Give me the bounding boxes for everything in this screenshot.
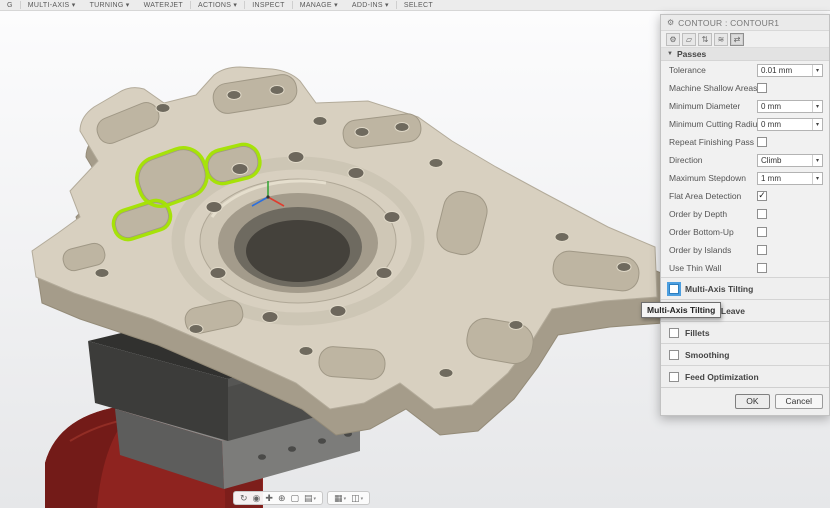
field-label: Order Bottom-Up bbox=[669, 227, 734, 237]
tab-tool[interactable]: ⚙ bbox=[666, 33, 680, 46]
pan-icon[interactable]: ✚ bbox=[265, 494, 273, 503]
collapse-caret-icon: ▼ bbox=[667, 51, 673, 57]
row-direction: Direction Climb bbox=[661, 151, 829, 169]
menu-turning[interactable]: TURNING ▾ bbox=[83, 1, 137, 9]
dialog-buttons: OK Cancel bbox=[661, 387, 829, 415]
menu-manage[interactable]: MANAGE ▾ bbox=[293, 1, 345, 9]
row-maximum-stepdown: Maximum Stepdown 1 mm bbox=[661, 169, 829, 187]
field-label: Order by Depth bbox=[669, 209, 727, 219]
field-label: Flat Area Detection bbox=[669, 191, 741, 201]
row-use-thin-wall: Use Thin Wall bbox=[661, 259, 829, 277]
passes-section-header[interactable]: ▼ Passes bbox=[661, 48, 829, 61]
group-smoothing[interactable]: Smoothing bbox=[661, 343, 829, 365]
smoothing-checkbox[interactable] bbox=[669, 350, 679, 360]
spinner-icon[interactable] bbox=[812, 65, 822, 76]
spinner-icon[interactable] bbox=[812, 119, 822, 130]
minimum-diameter-input[interactable]: 0 mm bbox=[757, 100, 823, 113]
minimum-diameter-value: 0 mm bbox=[758, 102, 812, 111]
nav-group-display: ▦ ◫ bbox=[327, 491, 370, 505]
tab-heights[interactable]: ⇅ bbox=[698, 33, 712, 46]
grid-settings-icon[interactable]: ▦ bbox=[334, 494, 346, 503]
order-by-islands-checkbox[interactable] bbox=[757, 245, 767, 255]
menu-inspect[interactable]: INSPECT bbox=[245, 2, 291, 9]
menu-milling-partial[interactable]: G bbox=[0, 2, 20, 9]
menu-add-ins[interactable]: ADD-INS ▾ bbox=[345, 1, 396, 9]
nav-group-view: ↻ ◉ ✚ ⊕ ▢ ▤ bbox=[233, 491, 323, 505]
group-label: Feed Optimization bbox=[685, 372, 759, 382]
use-thin-wall-checkbox[interactable] bbox=[757, 263, 767, 273]
row-tolerance: Tolerance 0.01 mm bbox=[661, 61, 829, 79]
menu-select[interactable]: SELECT bbox=[397, 2, 440, 9]
menu-actions[interactable]: ACTIONS ▾ bbox=[191, 1, 244, 9]
orbit-icon[interactable]: ↻ bbox=[240, 494, 248, 503]
field-label: Minimum Diameter bbox=[669, 101, 740, 111]
flat-area-detection-checkbox[interactable] bbox=[757, 191, 767, 201]
menu-multi-axis[interactable]: MULTI-AXIS ▾ bbox=[21, 1, 83, 9]
minimum-cutting-radius-value: 0 mm bbox=[758, 120, 812, 129]
field-label: Maximum Stepdown bbox=[669, 173, 746, 183]
tolerance-input[interactable]: 0.01 mm bbox=[757, 64, 823, 77]
spinner-icon[interactable] bbox=[812, 101, 822, 112]
field-label: Use Thin Wall bbox=[669, 263, 721, 273]
group-label: Fillets bbox=[685, 328, 710, 338]
operation-icon: ⚙ bbox=[667, 18, 674, 27]
fit-icon[interactable]: ▢ bbox=[291, 494, 300, 503]
field-label: Minimum Cutting Radius bbox=[669, 119, 757, 129]
row-minimum-diameter: Minimum Diameter 0 mm bbox=[661, 97, 829, 115]
group-feed-optimization[interactable]: Feed Optimization bbox=[661, 365, 829, 387]
top-menubar: G MULTI-AXIS ▾ TURNING ▾ WATERJET ACTION… bbox=[0, 0, 830, 11]
field-label: Tolerance bbox=[669, 65, 706, 75]
dialog-title: CONTOUR : CONTOUR1 bbox=[678, 18, 779, 28]
navigation-toolbar: ↻ ◉ ✚ ⊕ ▢ ▤ ▦ ◫ bbox=[233, 491, 370, 505]
row-order-by-islands: Order by Islands bbox=[661, 241, 829, 259]
direction-select[interactable]: Climb bbox=[757, 154, 823, 167]
row-machine-shallow-areas: Machine Shallow Areas bbox=[661, 79, 829, 97]
fillets-checkbox[interactable] bbox=[669, 328, 679, 338]
cancel-button[interactable]: Cancel bbox=[775, 394, 823, 409]
row-order-bottom-up: Order Bottom-Up bbox=[661, 223, 829, 241]
direction-value: Climb bbox=[758, 156, 812, 165]
tab-linking[interactable]: ⇄ bbox=[730, 33, 744, 46]
group-label: Smoothing bbox=[685, 350, 729, 360]
menu-waterjet[interactable]: WATERJET bbox=[137, 2, 190, 9]
dropdown-caret-icon[interactable] bbox=[812, 155, 822, 166]
row-repeat-finishing-pass: Repeat Finishing Pass bbox=[661, 133, 829, 151]
multi-axis-tilting-tooltip: Multi-Axis Tilting bbox=[641, 302, 721, 318]
maximum-stepdown-input[interactable]: 1 mm bbox=[757, 172, 823, 185]
minimum-cutting-radius-input[interactable]: 0 mm bbox=[757, 118, 823, 131]
spinner-icon[interactable] bbox=[812, 173, 822, 184]
contour-dialog: ⚙ CONTOUR : CONTOUR1 ⚙ ▱ ⇅ ≋ ⇄ ▼ Passes … bbox=[660, 14, 830, 416]
dialog-tabs: ⚙ ▱ ⇅ ≋ ⇄ bbox=[661, 31, 829, 48]
display-settings-icon[interactable]: ▤ bbox=[304, 494, 316, 503]
group-fillets[interactable]: Fillets bbox=[661, 321, 829, 343]
order-bottom-up-checkbox[interactable] bbox=[757, 227, 767, 237]
field-label: Order by Islands bbox=[669, 245, 731, 255]
order-by-depth-checkbox[interactable] bbox=[757, 209, 767, 219]
tolerance-value: 0.01 mm bbox=[758, 66, 812, 75]
maximum-stepdown-value: 1 mm bbox=[758, 174, 812, 183]
field-label: Direction bbox=[669, 155, 703, 165]
app-window: G MULTI-AXIS ▾ TURNING ▾ WATERJET ACTION… bbox=[0, 0, 830, 508]
machine-shallow-areas-checkbox[interactable] bbox=[757, 83, 767, 93]
field-label: Repeat Finishing Pass bbox=[669, 137, 754, 147]
section-label: Passes bbox=[677, 49, 706, 59]
viewport-layout-icon[interactable]: ◫ bbox=[351, 494, 363, 503]
row-flat-area-detection: Flat Area Detection bbox=[661, 187, 829, 205]
dialog-header[interactable]: ⚙ CONTOUR : CONTOUR1 bbox=[661, 15, 829, 31]
ok-button[interactable]: OK bbox=[735, 394, 769, 409]
feed-optimization-checkbox[interactable] bbox=[669, 372, 679, 382]
tab-passes[interactable]: ≋ bbox=[714, 33, 728, 46]
group-multi-axis-tilting[interactable]: Multi-Axis Tilting bbox=[661, 277, 829, 299]
row-order-by-depth: Order by Depth bbox=[661, 205, 829, 223]
group-label: Multi-Axis Tilting bbox=[685, 284, 753, 294]
field-label: Machine Shallow Areas bbox=[669, 83, 757, 93]
row-minimum-cutting-radius: Minimum Cutting Radius 0 mm bbox=[661, 115, 829, 133]
tab-geometry[interactable]: ▱ bbox=[682, 33, 696, 46]
multi-axis-tilting-checkbox[interactable] bbox=[669, 284, 679, 294]
zoom-icon[interactable]: ⊕ bbox=[278, 494, 286, 503]
repeat-finishing-pass-checkbox[interactable] bbox=[757, 137, 767, 147]
look-at-icon[interactable]: ◉ bbox=[253, 494, 261, 503]
